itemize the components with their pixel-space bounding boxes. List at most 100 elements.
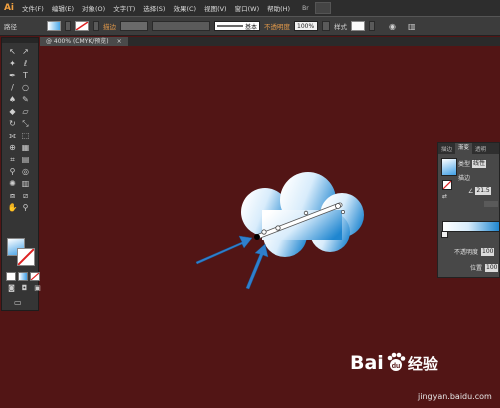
panel-stroke-swatch[interactable] [442,180,452,190]
annotation-arrow [195,235,253,265]
rotate-tool-icon[interactable]: ↻ [7,119,18,128]
screen-mode-icon[interactable]: ▭ [14,298,22,307]
tab-transparency[interactable]: 透明 [472,145,489,153]
opacity-label[interactable]: 不透明度 [264,21,290,31]
slice-tool-icon[interactable]: ⧄ [20,191,31,200]
menu-object[interactable]: 对象(O) [78,3,109,13]
align-icon[interactable]: ▥ [408,22,416,31]
blob-brush-tool-icon[interactable]: ◆ [7,107,18,116]
hand-tool-icon[interactable]: ✋ [7,203,18,212]
gradient-midpoint-handle[interactable] [303,210,309,216]
column-graph-tool-icon[interactable]: ▥ [20,179,31,188]
fill-stroke-widget [7,238,35,266]
fill-swatch[interactable] [47,21,61,31]
zoom-tool-icon[interactable]: ⚲ [20,203,31,212]
tools-panel: ↖ ↗ ✦ ℓ ✒ T / ○ ♠ ✎ ◆ ▱ ↻ ⤡ ⟗ ⬚ ⊕ ▦ ⌗ ▤ … [1,37,41,311]
blend-tool-icon[interactable]: ◎ [20,167,31,176]
paintbrush-tool-icon[interactable]: ♠ [7,95,18,104]
variable-width-dropdown[interactable] [152,21,210,31]
stroke-swatch[interactable] [75,21,89,31]
stop-opacity-field[interactable]: 100 [481,247,495,256]
selection-tool-icon[interactable]: ↖ [7,47,18,56]
draw-mode-row: ◙ ◘ ▣ [6,284,43,293]
scale-tool-icon[interactable]: ⤡ [20,119,31,128]
annotation-arrow [245,243,269,290]
graphic-style-swatch[interactable] [351,21,366,31]
gradient-mode-icon[interactable] [18,272,28,281]
menu-edit[interactable]: 编辑(E) [48,3,78,13]
lasso-tool-icon[interactable]: ℓ [20,59,31,68]
gradient-end-stop-handle[interactable] [341,210,345,214]
gradient-slider[interactable] [442,221,499,232]
mesh-tool-icon[interactable]: ⌗ [7,155,18,164]
direct-selection-tool-icon[interactable]: ↗ [20,47,31,56]
gradient-preview-swatch[interactable] [441,158,457,176]
watermark-url: jingyan.baidu.com [418,392,492,401]
stop-opacity-row: 不透明度 100 [440,247,495,256]
graphic-style-dropdown[interactable] [369,21,376,31]
draw-behind-icon[interactable]: ◘ [19,284,30,293]
none-mode-icon[interactable] [30,272,40,281]
pen-tool-icon[interactable]: ✒ [7,71,18,80]
fill-dropdown[interactable] [65,21,71,31]
stroke-weight-field[interactable] [120,21,148,31]
perspective-grid-tool-icon[interactable]: ▦ [20,143,31,152]
gradient-end-handle[interactable] [335,203,341,209]
menu-type[interactable]: 文字(T) [109,3,139,13]
arrange-documents-icon[interactable] [314,2,331,14]
menu-window[interactable]: 窗口(W) [231,3,264,13]
opacity-field[interactable]: 100% [294,21,319,31]
gradient-type-label: 类型 [458,161,471,168]
gradient-panel: 描边 渐变 透明 类型 线性 描边 ⇄ ∠ 21.5 不透明度 100 位置 1… [437,142,500,278]
free-transform-tool-icon[interactable]: ⬚ [20,131,31,140]
line-tool-icon[interactable]: / [7,83,18,92]
draw-inside-icon[interactable]: ▣ [32,284,43,293]
gradient-type-value[interactable]: 线性 [472,159,487,168]
stroke-label[interactable]: 描边 [103,21,116,31]
gradient-angle-field[interactable]: 21.5 [475,187,491,195]
stop-location-label: 位置 [470,265,483,272]
recolor-artwork-icon[interactable]: ◉ [389,22,396,31]
annotation-arrows [195,235,269,290]
menu-effect[interactable]: 效果(C) [169,3,200,13]
style-label: 样式 [334,23,348,31]
eyedropper-tool-icon[interactable]: ⚲ [7,167,18,176]
gradient-type-row: 类型 线性 [458,159,487,168]
shape-builder-tool-icon[interactable]: ⊕ [7,143,18,152]
type-tool-icon[interactable]: T [20,71,31,80]
stop-location-field[interactable]: 100 [485,263,499,272]
menu-help[interactable]: 帮助(H) [263,3,294,13]
stroke-swatch-large[interactable] [17,248,35,266]
reverse-gradient-icon[interactable]: ⇄ [442,193,447,200]
menu-view[interactable]: 视图(V) [200,3,231,13]
no-stroke-large-icon [18,249,34,265]
bridge-icon[interactable]: Br [302,5,309,12]
gradient-stop-left[interactable] [441,231,448,238]
draw-normal-icon[interactable]: ◙ [6,284,17,293]
eraser-tool-icon[interactable]: ▱ [20,107,31,116]
menu-select[interactable]: 选择(S) [139,3,169,13]
aspect-ratio-field[interactable] [484,201,498,207]
stroke-dropdown[interactable] [93,21,99,31]
tab-gradient[interactable]: 渐变 [455,143,473,154]
stop-opacity-label: 不透明度 [454,249,479,256]
opacity-dropdown[interactable] [322,21,331,31]
close-tab-icon[interactable]: × [117,38,122,45]
color-mode-icon[interactable] [6,272,16,281]
symbol-sprayer-tool-icon[interactable]: ✺ [7,179,18,188]
document-tab-title: @ 400% (CMYK/预览) [46,38,109,45]
stroke-profile-dropdown[interactable]: 基本 [214,21,261,31]
menu-bar: Ai 文件(F) 编辑(E) 对象(O) 文字(T) 选择(S) 效果(C) 视… [0,0,500,16]
no-stroke-icon [76,22,88,30]
width-tool-icon[interactable]: ⟗ [7,131,18,140]
ellipse-tool-icon[interactable]: ○ [20,83,31,92]
gradient-tool-icon[interactable]: ▤ [20,155,31,164]
tab-stroke[interactable]: 描边 [438,145,455,153]
stroke-profile-value: 基本 [245,23,258,31]
artboard-tool-icon[interactable]: ⧈ [7,191,18,200]
stroke-profile-line-icon [217,25,243,27]
magic-wand-tool-icon[interactable]: ✦ [7,59,18,68]
menu-file[interactable]: 文件(F) [18,3,48,13]
document-tab[interactable]: @ 400% (CMYK/预览) × [40,37,128,46]
pencil-tool-icon[interactable]: ✎ [20,95,31,104]
